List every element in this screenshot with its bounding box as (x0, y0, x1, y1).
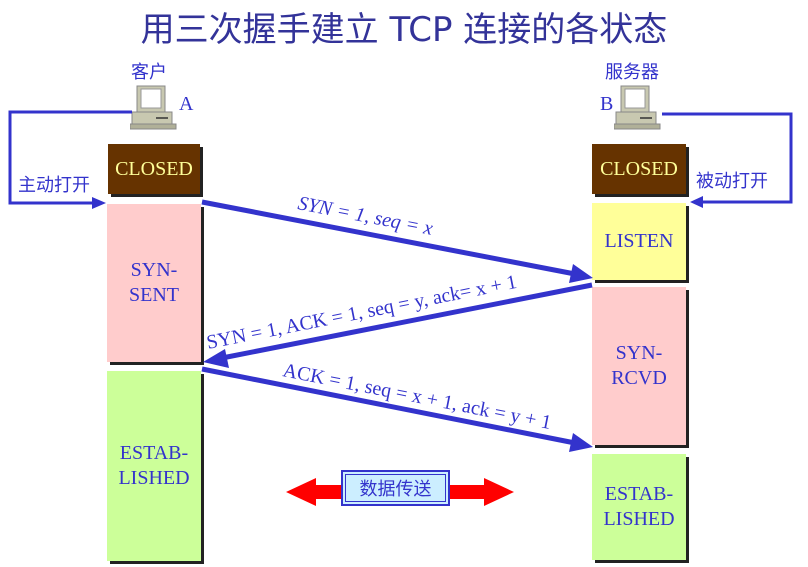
server-passive-open-arrowhead (690, 196, 703, 208)
syn-ack-message-label: SYN = 1, ACK = 1, seq = y, ack= x + 1 (205, 271, 519, 354)
client-active-open-arrow (8, 110, 132, 205)
syn-arrowhead (569, 264, 593, 283)
ack-message-label: ACK = 1, seq = x + 1, ack = y + 1 (281, 359, 553, 434)
ack-arrowhead (569, 433, 593, 452)
client-active-open-arrowhead (92, 197, 106, 209)
server-passive-open-arrow (662, 112, 793, 204)
data-transfer-label: 数据传送 (341, 470, 450, 506)
